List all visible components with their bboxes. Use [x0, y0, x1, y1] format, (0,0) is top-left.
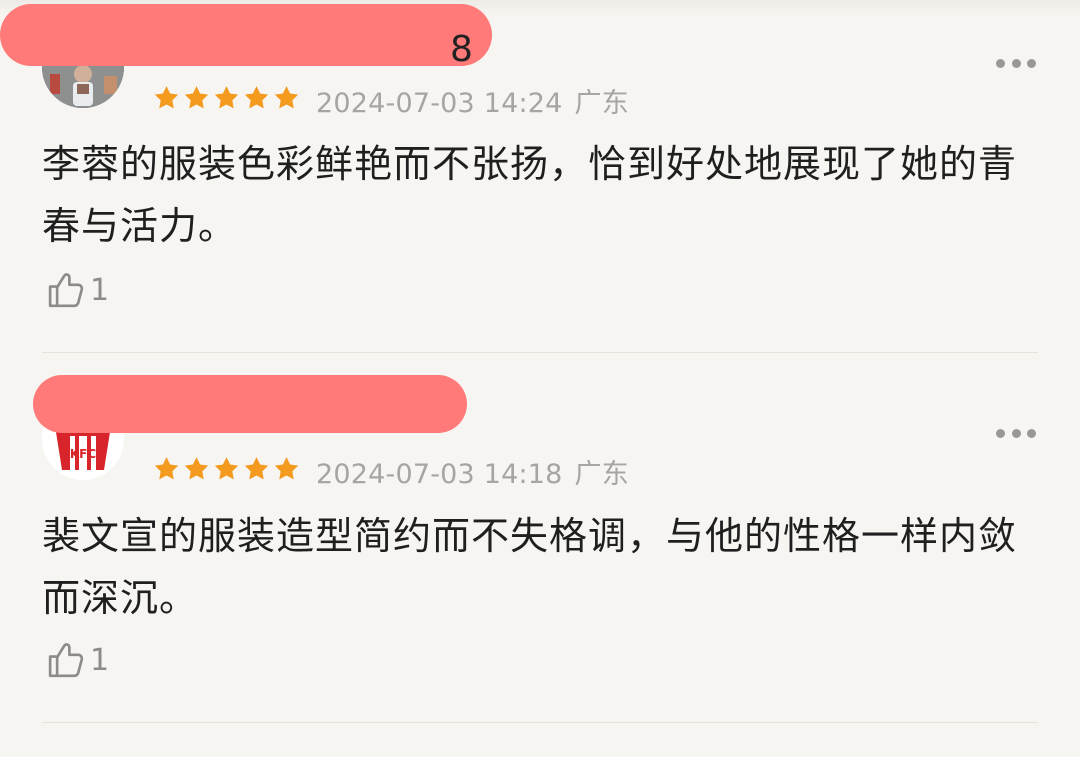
star-icon [244, 86, 269, 109]
star-icon [154, 86, 179, 109]
star-icon [274, 86, 299, 109]
comment-divider [42, 722, 1038, 723]
rating-stars [152, 455, 301, 483]
like-button[interactable]: 1 [44, 268, 109, 312]
more-dot [1027, 58, 1036, 68]
star-icon [184, 86, 209, 109]
star-icon [214, 86, 239, 109]
more-dot [1027, 428, 1036, 438]
comment-divider [42, 352, 1038, 353]
more-dot [996, 58, 1005, 68]
thumbs-up-icon [48, 643, 84, 678]
like-count: 1 [90, 642, 110, 678]
more-dot [1011, 428, 1021, 438]
comment-location: 广东 [574, 88, 629, 119]
comment-text: 裴文宣的服装造型简约而不失格调，与他的性格一样内敛而深沉。 [42, 514, 1018, 620]
comment-item: KFC 2024-07-03 14:18 广东 裴文宣的服装造型简约而不失格调，与… [0, 370, 1080, 723]
star-icon [214, 457, 239, 480]
comment-meta: 2024-07-03 14:18 广东 [316, 452, 629, 491]
more-dot [1011, 58, 1021, 68]
redacted-username [33, 375, 467, 433]
comment-location: 广东 [574, 459, 629, 490]
username-visible-tail: 8 [450, 29, 473, 70]
more-icon[interactable] [996, 58, 1036, 68]
comment-item: 8 2024-07-03 14:24 广东 李蓉的服装色彩鲜艳而不张扬，恰到好处地… [0, 0, 1080, 353]
like-button[interactable]: 1 [44, 638, 109, 682]
star-icon [154, 457, 179, 480]
redacted-username [0, 4, 492, 66]
comment-text: 李蓉的服装色彩鲜艳而不张扬，恰到好处地展现了她的青春与活力。 [42, 142, 1018, 248]
rating-stars [152, 84, 301, 112]
more-icon[interactable] [996, 428, 1036, 438]
like-count: 1 [90, 272, 110, 308]
comment-date: 2024-07-03 14:18 [316, 459, 563, 490]
thumbs-up-icon [48, 273, 84, 308]
star-icon [184, 457, 209, 480]
star-icon [274, 457, 299, 480]
avatar-logo-text: KFC [70, 447, 96, 461]
comment-meta: 2024-07-03 14:24 广东 [316, 81, 629, 120]
star-icon [244, 457, 269, 480]
more-dot [996, 428, 1005, 438]
comment-date: 2024-07-03 14:24 [316, 88, 563, 119]
